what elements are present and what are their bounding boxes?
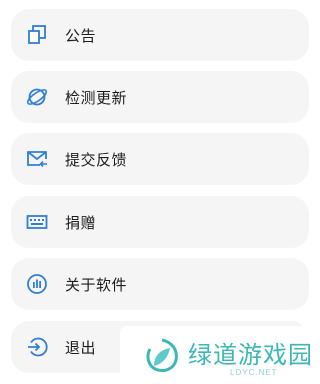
about-info-icon: [23, 270, 51, 298]
watermark-subtitle: LDYC.NET: [230, 368, 278, 377]
watermark-title: 绿道游戏园: [188, 341, 313, 369]
menu-item-label: 检测更新: [65, 88, 128, 107]
menu-item-label: 退出: [65, 338, 97, 357]
keyboard-icon: [23, 208, 51, 236]
watermark-logo-icon: [142, 336, 182, 376]
menu-item-feedback[interactable]: 提交反馈: [11, 133, 309, 185]
menu-item-label: 捐赠: [65, 213, 97, 232]
menu-item-announcement[interactable]: 公告: [11, 9, 309, 61]
feedback-mail-icon: [23, 145, 51, 173]
announcement-icon: [23, 21, 51, 49]
menu-item-label: 公告: [65, 26, 97, 45]
exit-icon: [23, 333, 51, 361]
menu-item-label: 提交反馈: [65, 150, 128, 169]
update-check-icon: [23, 83, 51, 111]
menu-item-label: 关于软件: [65, 275, 128, 294]
menu-item-donate[interactable]: 捐赠: [11, 196, 309, 248]
menu-item-about[interactable]: 关于软件: [11, 258, 309, 310]
site-watermark: 绿道游戏园 LDYC.NET: [120, 326, 320, 384]
menu-item-check-update[interactable]: 检测更新: [11, 71, 309, 123]
